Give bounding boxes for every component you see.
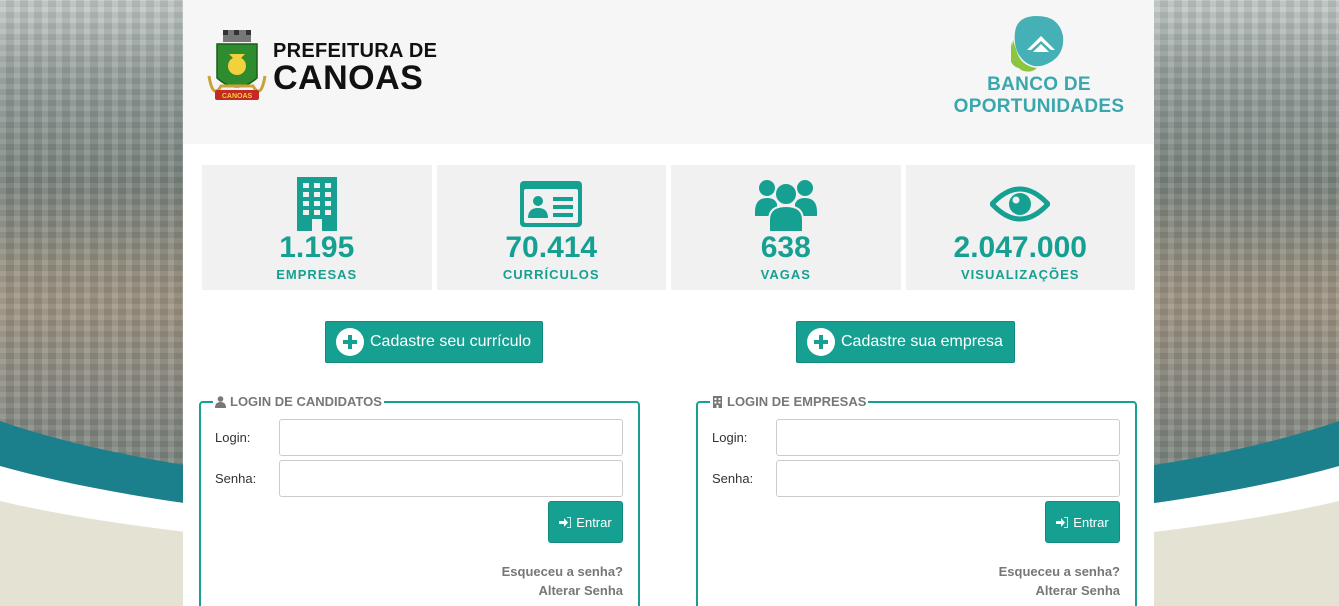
candidate-login-input[interactable] [279, 419, 623, 456]
stat-label-visualizacoes: VISUALIZAÇÕES [961, 267, 1080, 282]
company-forgot-password-link[interactable]: Esqueceu a senha? [999, 562, 1120, 581]
plus-circle-icon [807, 328, 835, 356]
candidate-password-input[interactable] [279, 460, 623, 497]
company-password-input[interactable] [776, 460, 1120, 497]
banco-title-line1: BANCO DE [987, 74, 1091, 95]
crest-banner-text: CANOAS [222, 93, 253, 100]
company-enter-button[interactable]: Entrar [1045, 501, 1120, 543]
stat-value-empresas: 1.195 [279, 231, 355, 264]
stat-curriculos: 70.414 CURRÍCULOS [436, 165, 666, 290]
building-icon [296, 177, 337, 231]
prefeitura-title: PREFEITURA DE [273, 40, 438, 62]
candidate-login-panel: LOGIN DE CANDIDATOS Login: Senha: Entrar… [199, 394, 640, 606]
candidate-password-label: Senha: [215, 471, 257, 486]
candidate-enter-button[interactable]: Entrar [548, 501, 623, 543]
candidate-enter-label: Entrar [576, 514, 612, 530]
stat-label-vagas: VAGAS [760, 267, 811, 282]
prefeitura-logo[interactable]: CANOAS PREFEITURA DE CANOAS [207, 28, 437, 108]
candidate-login-label: Login: [215, 430, 251, 445]
company-login-input[interactable] [776, 419, 1120, 456]
candidate-login-title: LOGIN DE CANDIDATOS [230, 394, 382, 409]
user-icon [215, 395, 226, 408]
banco-oportunidades-logo[interactable]: BANCO DE OPORTUNIDADES [953, 12, 1125, 118]
header: CANOAS PREFEITURA DE CANOAS BANCO DE OPO… [183, 0, 1154, 144]
register-cv-button[interactable]: Cadastre seu currículo [325, 321, 543, 363]
users-icon [754, 180, 817, 232]
stat-value-visualizacoes: 2.047.000 [953, 231, 1087, 264]
candidate-change-password-link[interactable]: Alterar Senha [502, 581, 623, 600]
building-small-icon [713, 395, 722, 408]
company-change-password-link[interactable]: Alterar Senha [999, 581, 1120, 600]
candidate-forgot-password-link[interactable]: Esqueceu a senha? [502, 562, 623, 581]
sign-in-icon [559, 516, 572, 528]
company-login-panel: LOGIN DE EMPRESAS Login: Senha: Entrar E… [696, 394, 1137, 606]
id-card-icon [520, 181, 583, 227]
canoas-title: CANOAS [273, 59, 424, 97]
stat-label-empresas: EMPRESAS [276, 267, 358, 282]
stat-empresas: 1.195 EMPRESAS [202, 165, 432, 290]
banco-title-line2: OPORTUNIDADES [953, 96, 1125, 117]
register-company-button[interactable]: Cadastre sua empresa [796, 321, 1015, 363]
company-login-label: Login: [712, 430, 748, 445]
canoas-crest-icon: CANOAS [207, 30, 267, 100]
company-enter-label: Entrar [1073, 514, 1109, 530]
stat-vagas: 638 VAGAS [671, 165, 901, 290]
register-company-label: Cadastre sua empresa [841, 333, 1003, 350]
stat-label-curriculos: CURRÍCULOS [502, 267, 600, 282]
main-container: CANOAS PREFEITURA DE CANOAS BANCO DE OPO… [183, 0, 1154, 606]
stat-value-curriculos: 70.414 [505, 231, 598, 264]
stat-visualizacoes: 2.047.000 VISUALIZAÇÕES [905, 165, 1135, 290]
stats-row: 1.195 EMPRESAS 70.414 CURRÍCULOS 638 VAG… [202, 165, 1135, 290]
plus-circle-icon [336, 328, 364, 356]
eye-icon [990, 186, 1051, 222]
banco-logo-icon [1011, 16, 1064, 72]
company-password-label: Senha: [712, 471, 754, 486]
company-login-title: LOGIN DE EMPRESAS [727, 394, 867, 409]
sign-in-icon [1056, 516, 1069, 528]
register-cv-label: Cadastre seu currículo [370, 333, 531, 350]
stat-value-vagas: 638 [760, 231, 811, 264]
